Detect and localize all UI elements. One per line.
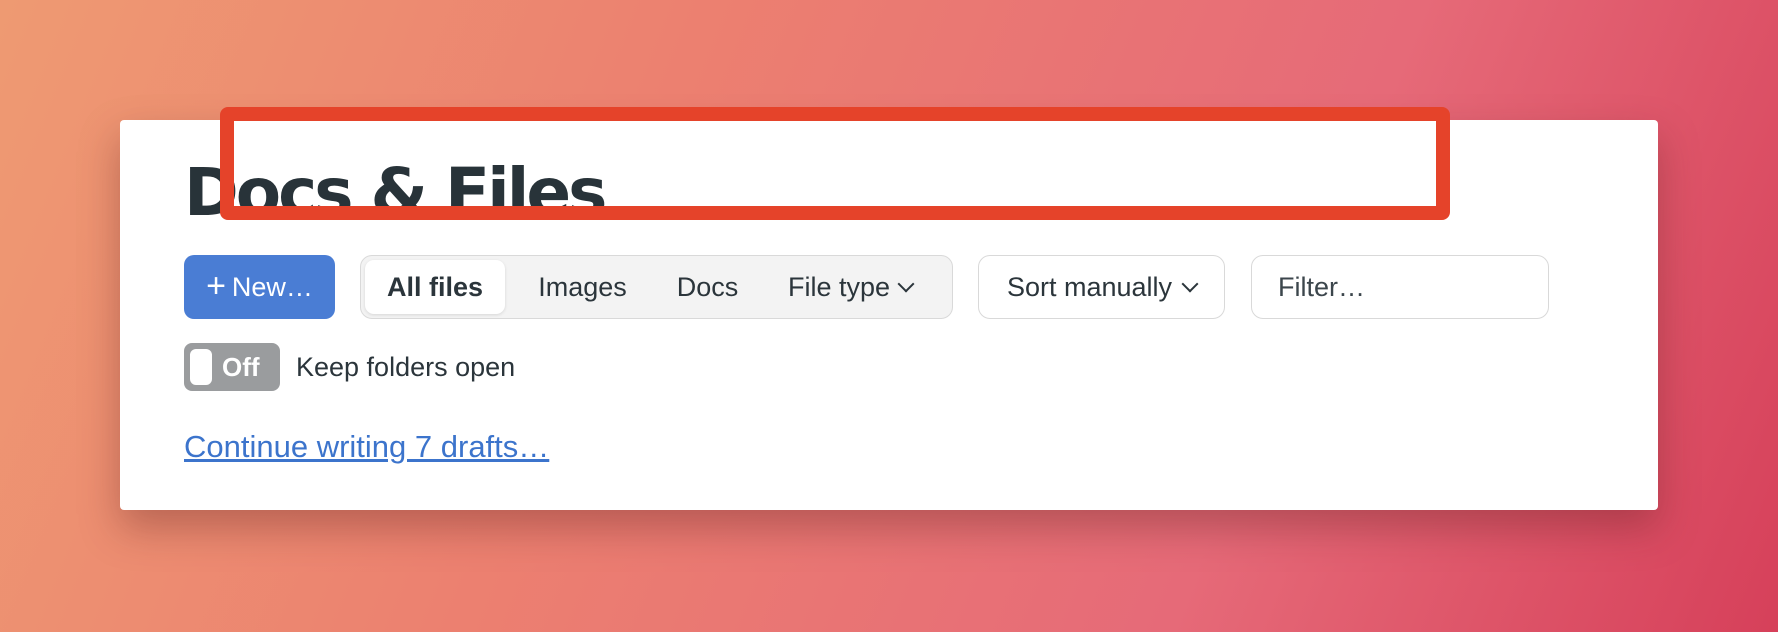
file-view-tabs: All files Images Docs File type [360, 255, 953, 319]
chevron-down-icon [897, 275, 915, 293]
page-title: Docs & Files [184, 154, 607, 231]
keep-folders-open-toggle[interactable]: Off [184, 343, 280, 391]
tab-label: Images [538, 271, 627, 302]
tab-label: File type [787, 271, 891, 302]
tab-images[interactable]: Images [505, 260, 660, 314]
tab-all-files[interactable]: All files [365, 260, 505, 314]
sort-label: Sort manually [1006, 271, 1173, 302]
file-type-dropdown[interactable]: File type [755, 260, 945, 314]
docs-files-card: Docs & Files + New… All files Images Doc… [120, 120, 1658, 510]
filter-input[interactable] [1251, 255, 1549, 319]
plus-icon: + [206, 266, 226, 305]
continue-drafts-link[interactable]: Continue writing 7 drafts… [184, 427, 549, 467]
toggle-state: Off [222, 352, 260, 382]
tab-label: All files [386, 271, 484, 302]
tab-label: Docs [676, 271, 739, 302]
chevron-down-icon [1181, 275, 1199, 293]
new-button-label: New… [231, 271, 313, 302]
toggle-knob [190, 349, 212, 385]
tab-docs[interactable]: Docs [660, 260, 755, 314]
sort-dropdown[interactable]: Sort manually [978, 255, 1225, 319]
toggle-label: Keep folders open [296, 352, 516, 382]
new-button[interactable]: + New… [184, 255, 335, 319]
